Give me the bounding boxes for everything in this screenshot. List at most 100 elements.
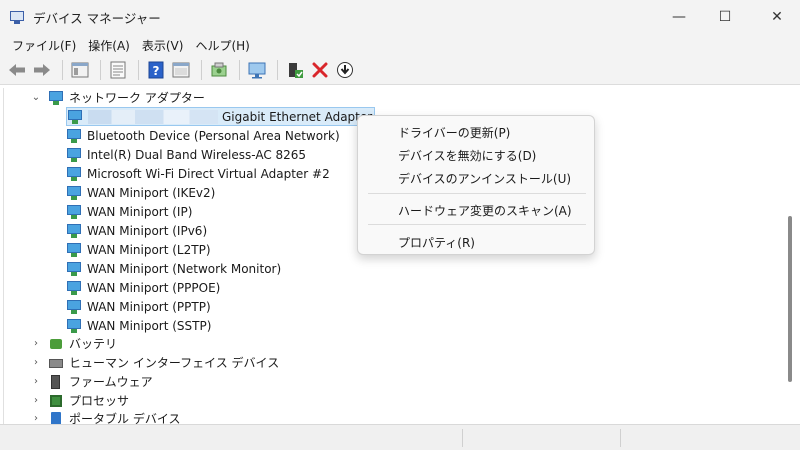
chevron-right-icon[interactable]: ›	[30, 413, 42, 424]
toolbar-separator	[239, 60, 240, 80]
menu-help[interactable]: ヘルプ(H)	[189, 37, 255, 54]
menu-update-driver[interactable]: ドライバーの更新(P)	[398, 122, 510, 142]
status-divider	[620, 429, 621, 447]
network-adapter-icon	[66, 204, 82, 220]
chevron-down-icon[interactable]: ⌄	[30, 92, 42, 104]
window-title: デバイス マネージャー	[33, 10, 161, 26]
menu-disable-device[interactable]: デバイスを無効にする(D)	[398, 145, 536, 165]
back-icon[interactable]	[6, 59, 28, 81]
menu-scan-hardware[interactable]: ハードウェア変更のスキャン(A)	[398, 200, 572, 220]
menu-file[interactable]: ファイル(F)	[6, 37, 82, 54]
tree-category-firmware[interactable]: › ファームウェア	[30, 372, 153, 391]
menu-uninstall-device[interactable]: デバイスのアンインストール(U)	[398, 168, 571, 188]
tree-category-label: ポータブル デバイス	[69, 412, 181, 424]
tree-item-network[interactable]: WAN Miniport (PPPOE)	[66, 278, 220, 297]
uninstall-device-icon[interactable]	[309, 59, 331, 81]
help-icon[interactable]: ?	[145, 59, 167, 81]
tree-category-label: ヒューマン インターフェイス デバイス	[69, 356, 280, 370]
scrollbar-thumb[interactable]	[788, 216, 792, 382]
tree-item-label: WAN Miniport (IPv6)	[87, 223, 208, 238]
svg-text:?: ?	[153, 64, 160, 78]
tree-item-network[interactable]: WAN Miniport (L2TP)	[66, 240, 211, 259]
forward-icon[interactable]	[31, 59, 53, 81]
tree-item-network[interactable]: Microsoft Wi-Fi Direct Virtual Adapter #…	[66, 164, 330, 183]
tree-category-network[interactable]: ⌄ ネットワーク アダプター	[30, 88, 205, 107]
tree-item-label: Gigabit Ethernet Adapter	[222, 109, 373, 124]
update-driver-icon[interactable]	[334, 59, 356, 81]
toolbar: ?	[0, 56, 800, 84]
tree-category-label: ネットワーク アダプター	[69, 91, 205, 105]
menu-action[interactable]: 操作(A)	[82, 37, 136, 54]
network-adapter-icon	[66, 223, 82, 239]
network-adapter-icon	[66, 147, 82, 163]
menu-separator	[368, 224, 586, 225]
tree-category-battery[interactable]: › バッテリ	[30, 334, 117, 353]
maximize-button[interactable]: ☐	[702, 0, 748, 34]
network-adapter-icon	[66, 242, 82, 258]
tree-item-label: WAN Miniport (IKEv2)	[87, 185, 216, 200]
status-divider	[462, 429, 463, 447]
tree-item-label: WAN Miniport (PPPOE)	[87, 280, 221, 295]
network-adapter-icon	[66, 128, 82, 144]
network-adapter-icon	[66, 261, 82, 277]
tree-item-label: WAN Miniport (Network Monitor)	[87, 261, 282, 276]
tree-category-label: プロセッサ	[69, 394, 130, 408]
tree-item-network[interactable]: Intel(R) Dual Band Wireless-AC 8265	[66, 145, 306, 164]
network-adapter-icon	[66, 318, 82, 334]
tree-item-network[interactable]: WAN Miniport (PPTP)	[66, 297, 211, 316]
scan-hardware-icon[interactable]	[208, 59, 230, 81]
network-adapter-icon	[66, 280, 82, 296]
network-adapter-icon	[66, 166, 82, 182]
tree-item-ethernet[interactable]: Gigabit Ethernet Adapter	[66, 107, 376, 126]
tree-category-portable[interactable]: › ポータブル デバイス	[30, 409, 180, 424]
battery-icon	[48, 336, 64, 352]
close-button[interactable]: ✕	[754, 0, 800, 34]
tree-item-label: WAN Miniport (L2TP)	[87, 242, 211, 257]
menu-view[interactable]: 表示(V)	[136, 37, 190, 54]
tree-item-network[interactable]: WAN Miniport (Network Monitor)	[66, 259, 281, 278]
toolbar-separator	[138, 60, 139, 80]
menu-bar: ファイル(F) 操作(A) 表示(V) ヘルプ(H)	[0, 34, 800, 56]
toolbar-separator	[201, 60, 202, 80]
tree-category-processor[interactable]: › プロセッサ	[30, 391, 129, 410]
properties-sheet-icon[interactable]	[69, 59, 91, 81]
tree-category-label: ファームウェア	[69, 375, 153, 389]
minimize-button[interactable]: —	[656, 0, 702, 34]
menu-separator	[368, 193, 586, 194]
tree-category-label: バッテリ	[69, 337, 118, 351]
tree-category-hid[interactable]: › ヒューマン インターフェイス デバイス	[30, 353, 279, 372]
enable-device-icon[interactable]	[284, 59, 306, 81]
vertical-scrollbar[interactable]	[783, 88, 797, 424]
show-hidden-icon[interactable]	[170, 59, 192, 81]
tree-item-network[interactable]: Bluetooth Device (Personal Area Network)	[66, 126, 340, 145]
redacted-vendor-name	[88, 109, 218, 124]
tree-item-network[interactable]: WAN Miniport (IPv6)	[66, 221, 207, 240]
toolbar-separator	[62, 60, 63, 80]
tree-item-label: WAN Miniport (SSTP)	[87, 318, 212, 333]
status-bar	[0, 424, 800, 450]
processor-icon	[48, 393, 64, 409]
tree-item-label: Intel(R) Dual Band Wireless-AC 8265	[87, 147, 307, 162]
tree-item-network[interactable]: WAN Miniport (IKEv2)	[66, 183, 215, 202]
tree-item-label: WAN Miniport (IP)	[87, 204, 193, 219]
chevron-right-icon[interactable]: ›	[30, 338, 42, 350]
network-adapter-icon	[66, 299, 82, 315]
tree-item-label: Microsoft Wi-Fi Direct Virtual Adapter #…	[87, 166, 330, 181]
toolbar-separator	[100, 60, 101, 80]
chevron-right-icon[interactable]: ›	[30, 395, 42, 407]
chevron-right-icon[interactable]: ›	[30, 357, 42, 369]
network-adapter-icon	[48, 90, 64, 106]
title-bar: デバイス マネージャー — ☐ ✕	[0, 0, 800, 34]
firmware-chip-icon	[48, 374, 64, 390]
toolbar-separator	[277, 60, 278, 80]
monitor-icon[interactable]	[246, 59, 268, 81]
network-adapter-icon	[66, 185, 82, 201]
keyboard-icon	[48, 355, 64, 371]
tree-item-network[interactable]: WAN Miniport (SSTP)	[66, 316, 211, 335]
network-adapter-icon	[67, 109, 83, 125]
chevron-right-icon[interactable]: ›	[30, 376, 42, 388]
menu-properties[interactable]: プロパティ(R)	[398, 232, 475, 252]
tree-item-network[interactable]: WAN Miniport (IP)	[66, 202, 192, 221]
tree-item-label: Bluetooth Device (Personal Area Network)	[87, 128, 340, 143]
list-icon[interactable]	[107, 59, 129, 81]
